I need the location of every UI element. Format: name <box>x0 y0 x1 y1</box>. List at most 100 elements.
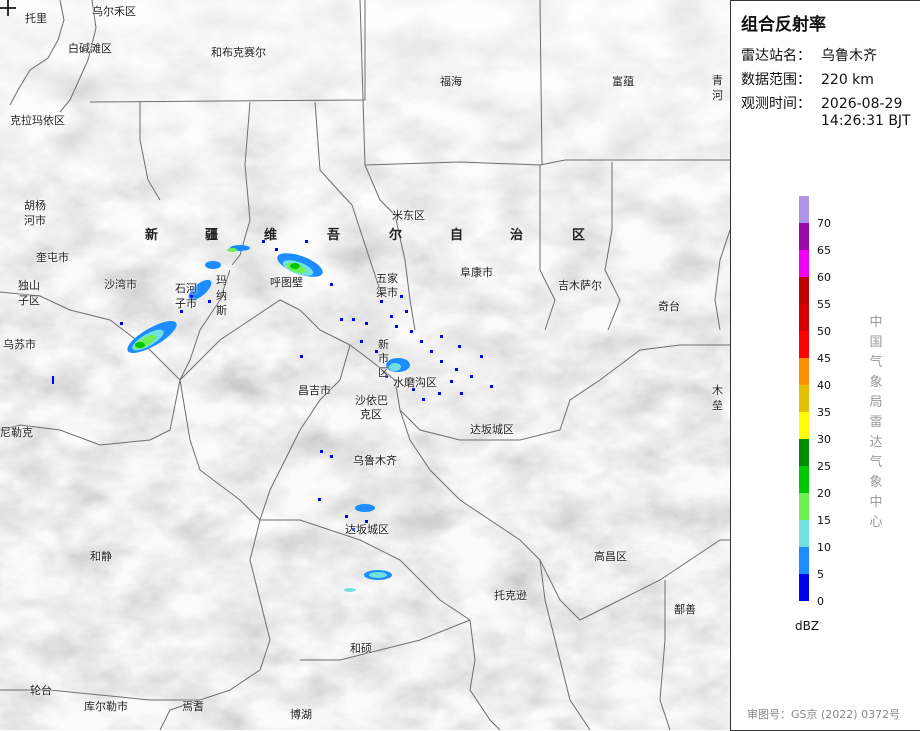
region-char: 吾 <box>327 228 341 243</box>
place-label: 克拉玛依区 <box>10 114 65 127</box>
legend-swatch <box>799 439 809 466</box>
range-value: 220 km <box>821 72 874 88</box>
place-label: 区 <box>378 366 389 379</box>
legend-swatch <box>799 223 809 250</box>
organization-char: 达 <box>869 435 883 450</box>
place-label: 达坂城区 <box>345 523 389 536</box>
place-label: 轮台 <box>30 684 52 697</box>
legend-swatch <box>799 358 809 385</box>
place-label: 和硕 <box>350 642 372 655</box>
legend-swatch <box>799 466 809 493</box>
legend-swatch <box>799 304 809 331</box>
place-label: 白碱滩区 <box>68 42 112 55</box>
time-clock: 14:26:31 BJT <box>821 113 911 129</box>
legend-swatch <box>799 574 809 601</box>
organization-char: 中 <box>869 495 883 510</box>
organization-char: 中 <box>869 315 883 330</box>
legend-tick-label: 15 <box>817 514 831 527</box>
legend-swatch <box>799 385 809 412</box>
station-row: 雷达站名： 乌鲁木齐 <box>741 45 877 65</box>
place-label: 子市 <box>175 297 197 310</box>
station-label: 雷达站名： <box>741 48 811 64</box>
place-label: 福海 <box>440 75 462 88</box>
place-label: 乌苏市 <box>3 338 36 351</box>
organization-char: 心 <box>869 515 883 530</box>
place-label: 胡杨 <box>24 199 46 212</box>
legend-tick-label: 10 <box>817 541 831 554</box>
place-label: 石河 <box>175 282 197 295</box>
legend-tick-label: 60 <box>817 271 831 284</box>
legend-tick-label: 5 <box>817 568 824 581</box>
place-label: 吉木萨尔 <box>558 279 602 292</box>
legend-swatch <box>799 412 809 439</box>
place-label: 水磨沟区 <box>393 376 437 389</box>
place-label: 纳 <box>216 289 227 302</box>
legend-swatch <box>799 547 809 574</box>
range-label: 数据范围： <box>741 72 811 88</box>
info-panel: 组合反射率 雷达站名： 乌鲁木齐 数据范围： 220 km 观测时间： 2026-08… <box>730 0 920 731</box>
place-label: 库尔勒市 <box>84 700 128 713</box>
range-row: 数据范围： 220 km <box>741 69 874 89</box>
legend-tick-label: 35 <box>817 406 831 419</box>
place-label: 乌鲁木齐 <box>353 454 397 467</box>
organization-vertical-text: 中国气象局雷达气象中心 <box>869 313 883 533</box>
map-approval-number: 审图号：GS京 (2022) 0372号 <box>747 708 901 721</box>
place-label: 垒 <box>712 399 723 412</box>
organization-char: 国 <box>869 335 883 350</box>
organization-char: 气 <box>869 355 883 370</box>
legend-tick-label: 20 <box>817 487 831 500</box>
place-label: 克区 <box>360 408 382 421</box>
region-char: 自 <box>450 228 464 243</box>
product-title: 组合反射率 <box>741 15 826 35</box>
place-label: 河 <box>712 89 723 102</box>
legend-swatch <box>799 493 809 520</box>
legend-swatch <box>799 331 809 358</box>
region-char: 治 <box>510 228 524 243</box>
place-label: 独山 <box>18 279 40 292</box>
region-char: 维 <box>264 228 278 243</box>
legend-tick-label: 30 <box>817 433 831 446</box>
place-label: 焉耆 <box>182 700 204 713</box>
region-char: 尔 <box>389 228 403 243</box>
place-label: 米东区 <box>392 209 425 222</box>
radar-map[interactable]: 新 疆 维 吾 尔 自 治 区 托里 乌尔禾区 白碱滩区 和布克赛尔 福海 富蕴… <box>0 0 730 730</box>
organization-char: 象 <box>869 375 883 390</box>
radar-station-crosshair-icon <box>0 0 16 16</box>
station-value: 乌鲁木齐 <box>821 48 877 64</box>
legend-swatch <box>799 277 809 304</box>
place-label: 渠市 <box>376 286 398 299</box>
place-label: 鄯善 <box>674 603 696 616</box>
legend-tick-label: 45 <box>817 352 831 365</box>
place-label: 沙湾市 <box>104 278 137 291</box>
place-label: 阜康市 <box>460 266 493 279</box>
place-label: 富蕴 <box>612 75 634 88</box>
place-label: 尼勒克 <box>0 426 33 439</box>
place-label: 奎屯市 <box>36 251 69 264</box>
place-label: 子区 <box>18 294 40 307</box>
time-date: 2026-08-29 <box>821 96 903 112</box>
place-label: 呼图壁 <box>270 276 303 289</box>
place-label: 玛 <box>216 274 227 287</box>
region-char: 新 <box>145 228 159 243</box>
place-label: 托克逊 <box>494 589 527 602</box>
place-label: 昌吉市 <box>298 384 331 397</box>
legend-unit: dBZ <box>795 619 820 633</box>
legend-tick-label: 50 <box>817 325 831 338</box>
place-label: 和布克赛尔 <box>211 46 266 59</box>
place-label: 青 <box>712 74 723 87</box>
legend-tick-label: 70 <box>817 217 831 230</box>
legend-swatch <box>799 196 809 223</box>
dbz-color-legend <box>799 196 809 601</box>
place-label: 博湖 <box>290 708 312 721</box>
organization-char: 局 <box>869 395 883 410</box>
place-label: 斯 <box>216 304 227 317</box>
organization-char: 气 <box>869 455 883 470</box>
place-label: 河市 <box>24 214 46 227</box>
legend-tick-label: 65 <box>817 244 831 257</box>
place-label: 高昌区 <box>594 550 627 563</box>
time-row: 观测时间： 2026-08-29 <box>741 93 902 113</box>
place-label: 木 <box>712 384 723 397</box>
time-label: 观测时间： <box>741 96 811 112</box>
place-label: 达坂城区 <box>470 423 514 436</box>
place-label: 托里 <box>25 12 47 25</box>
